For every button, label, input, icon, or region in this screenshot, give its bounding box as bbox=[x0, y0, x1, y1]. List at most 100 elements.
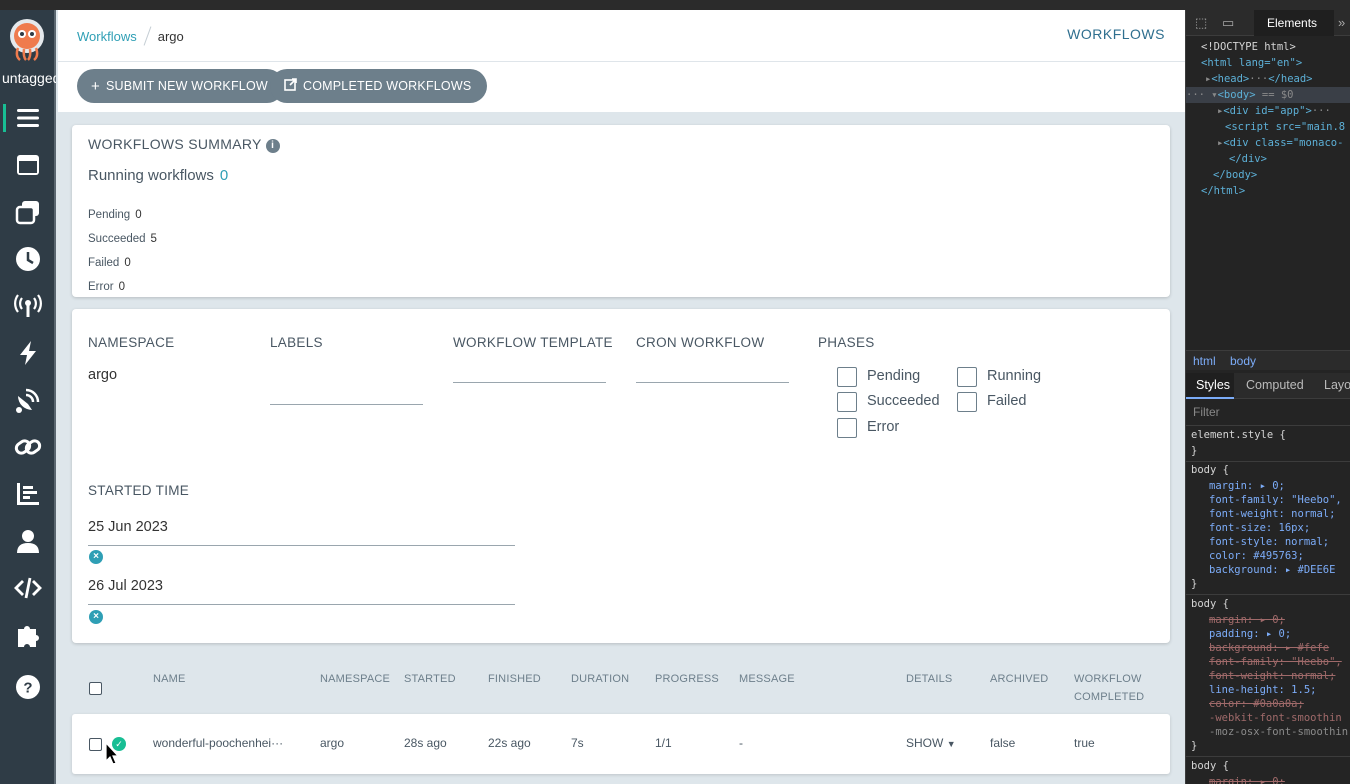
menu-lines-icon bbox=[17, 109, 39, 127]
bar-chart-icon bbox=[17, 483, 39, 505]
row-name[interactable]: wonderful-poochenhei··· bbox=[153, 736, 283, 750]
dom-body-selected[interactable]: ··· ▾<body> == $0 bbox=[1186, 87, 1350, 103]
col-duration: DURATION bbox=[571, 673, 630, 685]
rule-body-3[interactable]: body { bbox=[1191, 758, 1229, 774]
satellite-dish-icon bbox=[16, 388, 40, 413]
dom-script[interactable]: <script src="main.8 bbox=[1225, 119, 1345, 135]
completed-workflows-button[interactable]: COMPLETED WORKFLOWS bbox=[270, 69, 488, 103]
dom-body-close[interactable]: </body> bbox=[1213, 167, 1257, 183]
select-all-checkbox[interactable] bbox=[89, 682, 102, 695]
tab-elements[interactable]: Elements bbox=[1254, 10, 1334, 36]
top-bar: Workflows argo WORKFLOWS bbox=[58, 10, 1185, 62]
row-details-toggle[interactable]: SHOW ▼ bbox=[906, 736, 956, 750]
phase-error-checkbox[interactable] bbox=[837, 418, 857, 438]
nav-workflow-templates[interactable] bbox=[0, 143, 56, 187]
col-finished: FINISHED bbox=[488, 673, 541, 685]
nav-event-flow[interactable] bbox=[0, 378, 56, 422]
rule-close-1: } bbox=[1191, 445, 1198, 457]
tab-layout[interactable]: Layo bbox=[1324, 378, 1350, 392]
started-time-label: STARTED TIME bbox=[88, 483, 190, 498]
nav-help[interactable]: ? bbox=[0, 665, 56, 709]
col-workflow: WORKFLOW bbox=[1074, 673, 1142, 685]
prop-moz-smoothing[interactable]: -moz-osx-font-smoothin bbox=[1209, 724, 1348, 740]
namespace-label: NAMESPACE bbox=[88, 335, 175, 350]
row-checkbox[interactable] bbox=[89, 738, 102, 751]
workflows-summary-card: WORKFLOWS SUMMARY i Running workflows 0 Pe… bbox=[72, 125, 1170, 297]
rule-body-2[interactable]: body { bbox=[1191, 596, 1229, 612]
namespace-input[interactable]: argo bbox=[88, 367, 117, 383]
started-to-input[interactable]: 26 Jul 2023 bbox=[88, 578, 163, 594]
main-content: Workflows argo WORKFLOWS + SUBMIT NEW WORK… bbox=[58, 10, 1185, 784]
nav-user-info[interactable] bbox=[0, 519, 56, 563]
phase-failed-checkbox[interactable] bbox=[957, 392, 977, 412]
rule-close-3: } bbox=[1191, 740, 1198, 752]
labels-input[interactable] bbox=[270, 404, 423, 405]
nav-workflows[interactable] bbox=[0, 96, 56, 140]
succeeded-count-row: Succeeded 5 bbox=[88, 233, 157, 245]
dom-div-close[interactable]: </div> bbox=[1229, 151, 1267, 167]
dom-html[interactable]: <html lang="en"> bbox=[1201, 55, 1302, 71]
nav-event-bindings[interactable] bbox=[0, 425, 56, 469]
filters-card: NAMESPACE argo LABELS WORKFLOW TEMPLATE … bbox=[72, 309, 1170, 643]
info-icon[interactable]: i bbox=[265, 139, 280, 153]
nav-cluster-templates[interactable] bbox=[0, 190, 56, 234]
breadcrumb-workflows-link[interactable]: Workflows bbox=[77, 29, 137, 44]
user-icon bbox=[17, 530, 39, 553]
col-archived: ARCHIVED bbox=[990, 673, 1049, 685]
more-tabs-icon[interactable]: » bbox=[1338, 15, 1345, 30]
clear-to-icon[interactable]: × bbox=[89, 610, 103, 624]
nav-api-docs[interactable] bbox=[0, 566, 56, 610]
bolt-icon bbox=[20, 341, 36, 365]
inspect-icon[interactable]: ⬚ bbox=[1195, 15, 1207, 31]
phase-running-checkbox[interactable] bbox=[957, 367, 977, 387]
started-from-input[interactable]: 25 Jun 2023 bbox=[88, 519, 168, 535]
col-started: STARTED bbox=[404, 673, 456, 685]
puzzle-icon bbox=[18, 626, 39, 647]
dom-html-close[interactable]: </html> bbox=[1201, 183, 1245, 199]
prop-background[interactable]: background: ▸ #DEE6E bbox=[1209, 562, 1335, 578]
prop-margin-3[interactable]: margin: ▸ 0; bbox=[1209, 774, 1285, 784]
phases-label: PHASES bbox=[818, 335, 875, 350]
nav-sensors[interactable] bbox=[0, 331, 56, 375]
tab-computed[interactable]: Computed bbox=[1246, 378, 1304, 392]
dom-head[interactable]: ▸<head>···</head> bbox=[1205, 71, 1313, 87]
page-title: WORKFLOWS bbox=[1067, 26, 1165, 42]
dom-div-app[interactable]: ▸<div id="app">··· bbox=[1217, 103, 1331, 119]
device-toolbar-icon[interactable]: ▭ bbox=[1222, 15, 1234, 31]
dom-doctype[interactable]: <!DOCTYPE html> bbox=[1201, 39, 1296, 55]
nav-plugins[interactable] bbox=[0, 613, 56, 657]
row-namespace: argo bbox=[320, 736, 345, 750]
action-bar: + SUBMIT NEW WORKFLOW COMPLETED WORKFLOWS bbox=[58, 62, 1185, 112]
pending-count-row: Pending 0 bbox=[88, 209, 142, 221]
running-count: 0 bbox=[219, 167, 229, 184]
styles-filter-input[interactable]: Filter bbox=[1186, 400, 1350, 426]
nav-reports[interactable] bbox=[0, 472, 56, 516]
summary-title: WORKFLOWS SUMMARY i bbox=[88, 136, 280, 153]
cron-workflow-input[interactable] bbox=[636, 382, 789, 383]
tab-styles[interactable]: Styles bbox=[1186, 373, 1234, 399]
row-started: 28s ago bbox=[404, 736, 447, 750]
nav-cron-workflows[interactable] bbox=[0, 237, 56, 281]
started-to-underline bbox=[88, 604, 515, 605]
phase-pending-checkbox[interactable] bbox=[837, 367, 857, 387]
rule-element-style[interactable]: element.style { bbox=[1191, 427, 1286, 443]
col-message: MESSAGE bbox=[739, 673, 795, 685]
nav-event-sources[interactable] bbox=[0, 284, 56, 328]
breadcrumb-separator bbox=[143, 26, 152, 46]
row-completed: true bbox=[1074, 736, 1095, 750]
crumb-body[interactable]: body bbox=[1230, 354, 1256, 368]
table-row[interactable]: ✓ wonderful-poochenhei··· argo 28s ago 2… bbox=[72, 714, 1170, 774]
window-top-strip bbox=[0, 0, 1350, 10]
rule-body-1[interactable]: body { bbox=[1191, 462, 1229, 478]
phase-succeeded-label: Succeeded bbox=[867, 393, 940, 409]
clear-from-icon[interactable]: × bbox=[89, 550, 103, 564]
link-icon bbox=[14, 439, 42, 455]
phase-succeeded-checkbox[interactable] bbox=[837, 392, 857, 412]
phase-running-label: Running bbox=[987, 368, 1042, 384]
plus-icon: + bbox=[91, 77, 100, 95]
col-completed: COMPLETED bbox=[1074, 691, 1145, 703]
dom-div-monaco[interactable]: ▸<div class="monaco- bbox=[1217, 135, 1343, 151]
crumb-html[interactable]: html bbox=[1193, 354, 1216, 368]
workflow-template-input[interactable] bbox=[453, 382, 606, 383]
submit-new-workflow-button[interactable]: + SUBMIT NEW WORKFLOW bbox=[77, 69, 284, 103]
